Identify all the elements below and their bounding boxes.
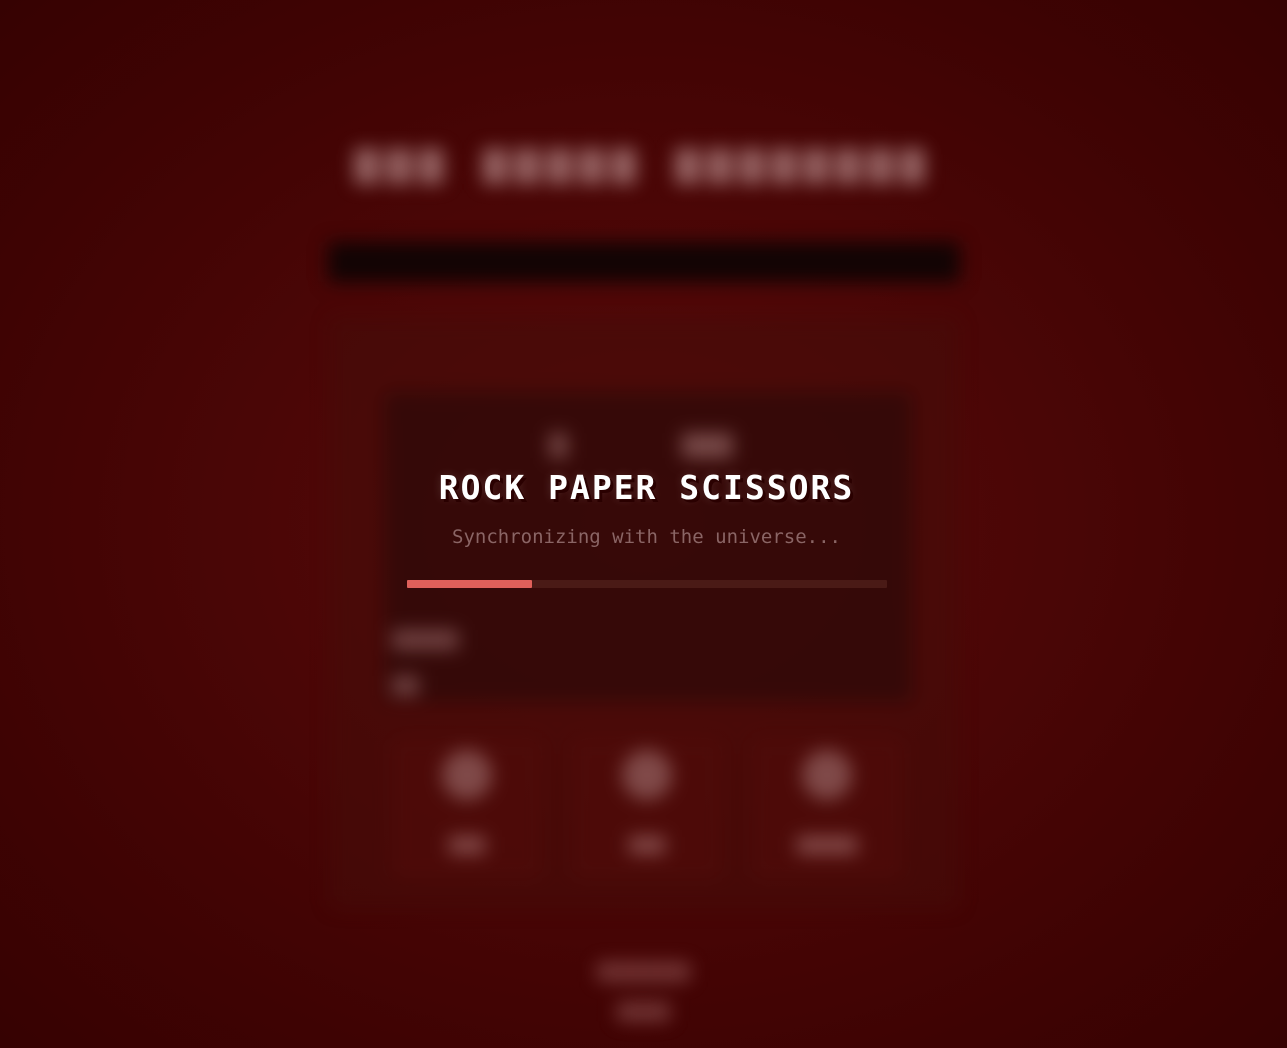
loading-subtitle: Synchronizing with the universe... [452, 526, 841, 548]
loading-title: ROCK PAPER SCISSORS [438, 468, 855, 507]
loading-overlay: ROCK PAPER SCISSORS Synchronizing with t… [0, 0, 1287, 1048]
loading-progress-bar [407, 580, 887, 588]
loading-progress-fill [407, 580, 532, 588]
loading-box: ROCK PAPER SCISSORS Synchronizing with t… [383, 462, 910, 602]
